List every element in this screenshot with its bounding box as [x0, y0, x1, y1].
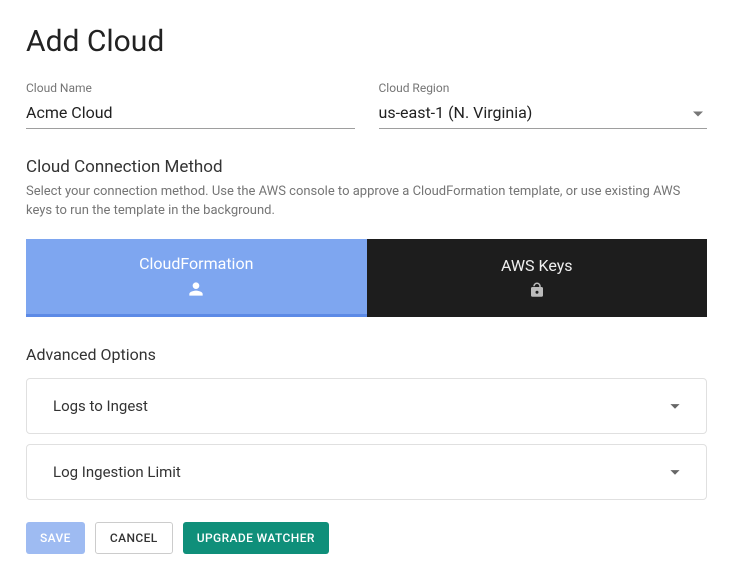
page-title: Add Cloud	[26, 24, 707, 59]
advanced-section: Advanced Options Logs to Ingest Log Inge…	[26, 345, 707, 500]
accordion-log-ingestion-limit-header[interactable]: Log Ingestion Limit	[27, 445, 706, 499]
caret-down-icon	[693, 111, 703, 116]
method-aws-keys-label: AWS Keys	[501, 256, 573, 275]
connection-method-row: CloudFormation AWS Keys	[26, 239, 707, 317]
cancel-button[interactable]: Cancel	[95, 522, 173, 554]
cloud-region-select[interactable]: us-east-1 (N. Virginia)	[379, 99, 708, 129]
save-button[interactable]: Save	[26, 522, 85, 554]
button-row: Save Cancel Upgrade Watcher	[26, 522, 707, 554]
accordion-logs-to-ingest: Logs to Ingest	[26, 378, 707, 434]
accordion-logs-to-ingest-header[interactable]: Logs to Ingest	[27, 379, 706, 433]
lock-open-icon	[528, 281, 546, 299]
cloud-region-field: Cloud Region us-east-1 (N. Virginia)	[379, 81, 708, 129]
cloud-name-label: Cloud Name	[26, 81, 355, 95]
accordion-logs-to-ingest-label: Logs to Ingest	[53, 397, 148, 415]
chevron-down-icon	[664, 461, 686, 483]
advanced-heading: Advanced Options	[26, 345, 707, 364]
chevron-down-icon	[664, 395, 686, 417]
upgrade-watcher-button[interactable]: Upgrade Watcher	[183, 522, 329, 554]
person-icon	[186, 279, 206, 299]
method-aws-keys[interactable]: AWS Keys	[367, 239, 708, 317]
method-cloudformation-label: CloudFormation	[139, 254, 253, 273]
cloud-region-label: Cloud Region	[379, 81, 708, 95]
cloud-name-field: Cloud Name	[26, 81, 355, 129]
accordion-log-ingestion-limit: Log Ingestion Limit	[26, 444, 707, 500]
field-row: Cloud Name Cloud Region us-east-1 (N. Vi…	[26, 81, 707, 129]
cloud-name-input[interactable]	[26, 99, 355, 129]
connection-heading: Cloud Connection Method	[26, 157, 707, 177]
accordion-log-ingestion-limit-label: Log Ingestion Limit	[53, 463, 181, 481]
cloud-region-value: us-east-1 (N. Virginia)	[379, 103, 533, 122]
method-cloudformation[interactable]: CloudFormation	[26, 239, 367, 317]
connection-section: Cloud Connection Method Select your conn…	[26, 157, 707, 317]
connection-description: Select your connection method. Use the A…	[26, 183, 707, 221]
